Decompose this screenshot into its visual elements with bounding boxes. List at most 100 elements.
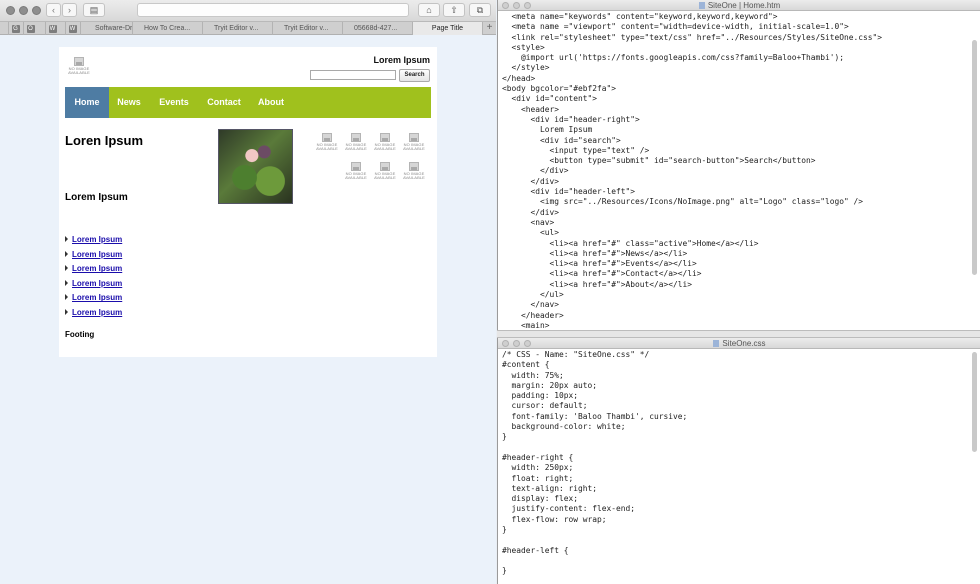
list-link[interactable]: Lorem Ipsum — [72, 250, 122, 259]
search-button[interactable]: Search — [399, 69, 430, 82]
list-link[interactable]: Lorem Ipsum — [72, 308, 122, 317]
bullet-icon — [65, 250, 68, 257]
code-line: <meta name="keywords" content="keyword,k… — [502, 12, 778, 21]
search-input[interactable] — [310, 70, 396, 80]
list-link[interactable]: Lorem Ipsum — [72, 293, 122, 302]
code-line: <li><a href="#">Events</a></li> — [502, 259, 697, 269]
minimize-window-button[interactable] — [513, 2, 520, 9]
thumbnail[interactable]: NO IMAGE AVAILABLE — [345, 162, 367, 180]
close-window-button[interactable] — [6, 6, 15, 15]
window-divider — [497, 330, 980, 338]
thumbnail-caption: NO IMAGE AVAILABLE — [345, 171, 367, 180]
code-line: <div id="header-left"> — [502, 187, 636, 197]
tab-tryit-editor-2[interactable]: Tryit Editor v... — [272, 22, 342, 35]
home-icon[interactable]: ⌂ — [418, 3, 440, 17]
tab-tryit-editor-1[interactable]: Tryit Editor v... — [202, 22, 272, 35]
code-line: </div> — [502, 207, 560, 217]
pinned-tab[interactable]: W — [45, 22, 59, 35]
zoom-window-button[interactable] — [524, 2, 531, 9]
image-placeholder-icon — [74, 57, 84, 66]
nav-contact[interactable]: Contact — [199, 87, 249, 118]
browser-window: ‹ › ▤ ⌂ ⇧ ⧉ G O W W Software-Dr How To C… — [0, 0, 496, 584]
close-window-button[interactable] — [502, 340, 509, 347]
bullet-icon — [65, 294, 68, 301]
code-line: </header> — [502, 310, 564, 320]
bullet-icon — [65, 279, 68, 286]
new-tab-button[interactable]: + — [482, 22, 496, 35]
minimize-window-button[interactable] — [513, 340, 520, 347]
close-window-button[interactable] — [502, 2, 509, 9]
thumbnail[interactable]: NO IMAGE AVAILABLE — [374, 162, 396, 180]
thumbnail[interactable]: NO IMAGE AVAILABLE — [316, 133, 338, 151]
code-line: padding: 10px; — [502, 391, 579, 401]
code-line: background-color: white; — [502, 422, 626, 432]
share-icon[interactable]: ⇧ — [443, 3, 465, 17]
document-icon — [713, 340, 720, 347]
nav-home[interactable]: Home — [65, 87, 109, 118]
list-item: Lorem Ipsum — [65, 233, 122, 248]
css-editor-window: SiteOne.css /* CSS - Name: "SiteOne.css"… — [497, 338, 980, 584]
html-editor-title: SiteOne | Home.htm — [707, 1, 781, 10]
thumbnail[interactable]: NO IMAGE AVAILABLE — [403, 162, 425, 180]
image-placeholder-icon — [351, 162, 361, 171]
code-line: cursor: default; — [502, 401, 588, 411]
list-link[interactable]: Lorem Ipsum — [72, 264, 122, 273]
code-line: <div id="content"> — [502, 94, 598, 104]
thumbnail-caption: NO IMAGE AVAILABLE — [403, 171, 425, 180]
code-line: <style> — [502, 42, 545, 52]
css-editor-titlebar: SiteOne.css — [498, 338, 980, 349]
back-button[interactable]: ‹ — [46, 3, 61, 17]
pinned-tab[interactable]: O — [23, 22, 37, 35]
address-bar[interactable] — [137, 3, 409, 17]
thumbnail[interactable]: NO IMAGE AVAILABLE — [403, 133, 425, 151]
code-line: </nav> — [502, 300, 560, 310]
list-link[interactable]: Lorem Ipsum — [72, 279, 122, 288]
thumbnail-caption: NO IMAGE AVAILABLE — [374, 171, 396, 180]
list-item: Lorem Ipsum — [65, 291, 122, 306]
code-line: flex-flow: row wrap; — [502, 514, 607, 524]
pinned-tab[interactable]: G — [8, 22, 22, 35]
list-item: Lorem Ipsum — [65, 248, 122, 263]
forward-button[interactable]: › — [62, 3, 77, 17]
browser-toolbar: ‹ › ▤ ⌂ ⇧ ⧉ — [0, 0, 496, 22]
code-line: display: flex; — [502, 494, 579, 504]
tab-bar: G O W W Software-Dr How To Crea... Tryit… — [0, 22, 496, 35]
code-line: <div id="header-right"> — [502, 114, 640, 124]
nav-about[interactable]: About — [249, 87, 293, 118]
minimize-window-button[interactable] — [19, 6, 28, 15]
code-line: } — [502, 525, 507, 535]
thumbnail-caption: NO IMAGE AVAILABLE — [345, 142, 367, 151]
tabs-overview-icon[interactable]: ⧉ — [469, 3, 491, 17]
tab-how-to-create[interactable]: How To Crea... — [132, 22, 202, 35]
logo[interactable]: NO IMAGE AVAILABLE — [67, 57, 91, 75]
document-icon — [698, 2, 705, 9]
pinned-tab[interactable]: W — [65, 22, 79, 35]
thumbnail[interactable]: NO IMAGE AVAILABLE — [374, 133, 396, 151]
nav-bar: Home News Events Contact About — [65, 87, 431, 118]
html-editor-scrollbar[interactable] — [972, 40, 977, 275]
tab-page-title[interactable]: Page Title — [412, 22, 482, 35]
footing: Footing — [65, 330, 95, 339]
sidebar-icon[interactable]: ▤ — [83, 3, 105, 17]
list-link[interactable]: Lorem Ipsum — [72, 235, 122, 244]
list-item: Lorem Ipsum — [65, 277, 122, 292]
code-line: justify-content: flex-end; — [502, 504, 636, 514]
html-editor-window: SiteOne | Home.htm <meta name="keywords"… — [497, 0, 980, 330]
html-code[interactable]: <meta name="keywords" content="keyword,k… — [502, 12, 882, 331]
css-code[interactable]: /* CSS - Name: "SiteOne.css" */#content … — [502, 350, 687, 577]
nav-events[interactable]: Events — [149, 87, 199, 118]
tab-document[interactable]: 05668d-427... — [342, 22, 412, 35]
tab-software[interactable]: Software-Dr — [80, 22, 132, 35]
zoom-window-button[interactable] — [32, 6, 41, 15]
code-line: font-family: 'Baloo Thambi', cursive; — [502, 411, 688, 421]
code-line: #content { — [502, 360, 550, 370]
tab-favicon: W — [68, 25, 77, 33]
code-line: <nav> — [502, 217, 555, 227]
thumbnail[interactable]: NO IMAGE AVAILABLE — [345, 133, 367, 151]
desktop: ‹ › ▤ ⌂ ⇧ ⧉ G O W W Software-Dr How To C… — [0, 0, 980, 584]
css-editor-scrollbar[interactable] — [972, 352, 977, 452]
nav-news[interactable]: News — [109, 87, 149, 118]
code-line: float: right; — [502, 473, 574, 483]
code-line: /* CSS - Name: "SiteOne.css" */ — [502, 350, 650, 359]
zoom-window-button[interactable] — [524, 340, 531, 347]
